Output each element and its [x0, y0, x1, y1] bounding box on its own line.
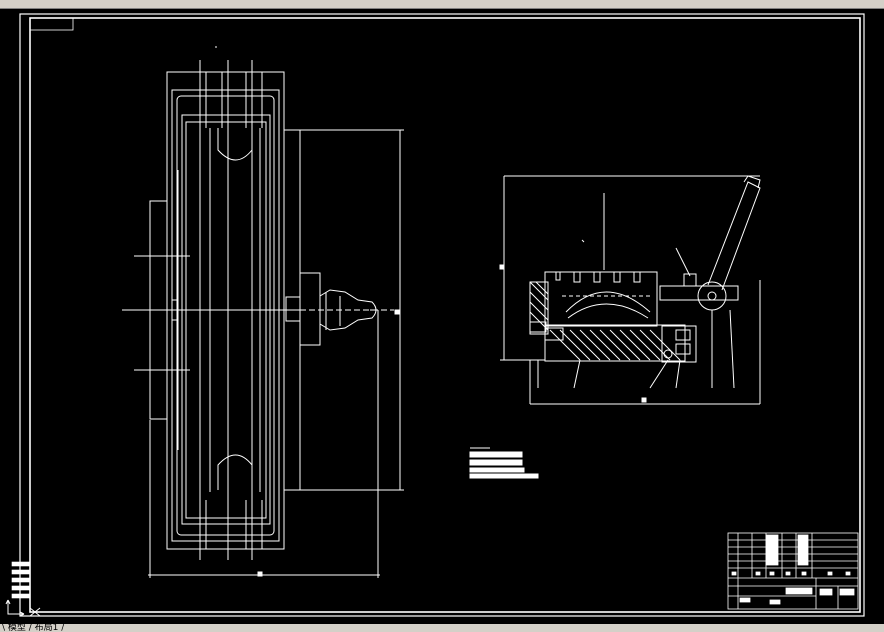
zoom-window-icon[interactable] — [404, 0, 415, 8]
title-block — [727, 532, 859, 610]
zoom-previous-icon[interactable] — [418, 0, 429, 7]
drawing-canvas[interactable] — [0, 8, 884, 624]
pan-icon[interactable] — [340, 0, 351, 7]
sheet-set-icon[interactable] — [506, 0, 517, 8]
tool-palette-icon[interactable] — [486, 0, 497, 7]
open-icon[interactable] — [20, 0, 31, 7]
help-icon[interactable] — [604, 0, 615, 7]
design-center-icon[interactable] — [456, 0, 467, 7]
layer-bars — [11, 561, 31, 599]
properties-icon[interactable] — [440, 0, 451, 8]
print-icon[interactable] — [62, 0, 73, 7]
technical-notes — [469, 447, 539, 479]
zoom-icon[interactable] — [370, 0, 381, 7]
undo-icon[interactable] — [292, 0, 303, 7]
preview-icon[interactable] — [136, 0, 147, 7]
new-icon[interactable] — [4, 0, 15, 8]
section-view — [499, 175, 761, 405]
sheet-inner-border — [29, 17, 861, 613]
command-line[interactable]: \ 模型 / 布局1 / — [0, 624, 884, 632]
cut-icon[interactable] — [150, 0, 161, 8]
markup-icon[interactable] — [534, 0, 545, 8]
ucs-icon — [4, 596, 44, 618]
paste-icon[interactable] — [222, 0, 233, 7]
calculator-icon[interactable] — [560, 0, 571, 7]
front-view — [122, 46, 404, 578]
match-icon[interactable] — [262, 0, 273, 8]
drawing-number-box — [29, 17, 74, 31]
redo-icon[interactable] — [326, 0, 337, 7]
sheet-outer-border — [19, 13, 865, 617]
layout-tabs[interactable]: \ 模型 / 布局1 / — [2, 624, 64, 632]
copy-icon[interactable] — [206, 0, 217, 7]
save-icon[interactable] — [36, 0, 47, 7]
